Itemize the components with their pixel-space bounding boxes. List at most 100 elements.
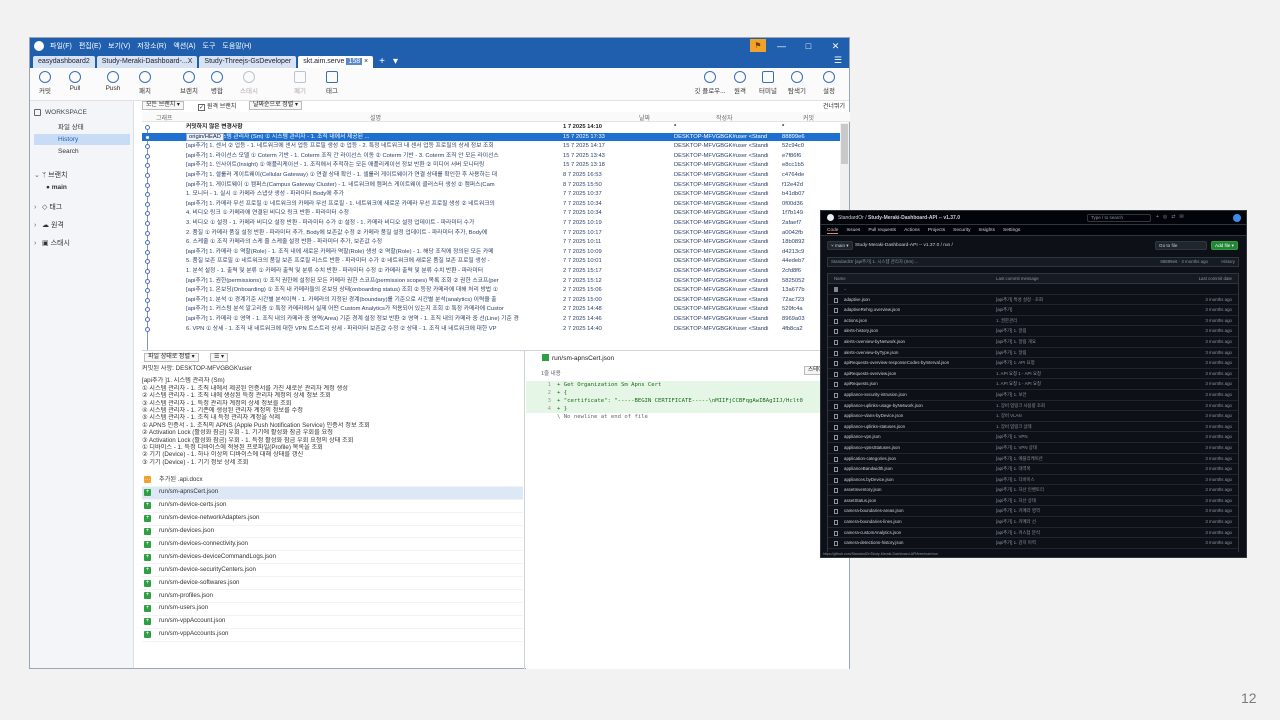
branch-tag[interactable]: origin/HEAD <box>186 132 224 141</box>
repo-tab[interactable]: skt.aim.serve 158 × <box>298 56 374 68</box>
table-row[interactable]: appliance-vpn.json [api추가] 1. VPN 3 months… <box>828 432 1238 443</box>
file-name[interactable]: appliance-uplinks-statuses.json <box>844 422 994 433</box>
list-item[interactable]: + run/sm-device-securityCenters.json <box>142 564 523 578</box>
new-tab-icon[interactable]: + <box>379 56 385 68</box>
list-item[interactable]: + run/sm-device-networkAdapters.json <box>142 513 523 526</box>
table-row[interactable]: appliance-vpnsStatuses.json [api추가] 1. VP… <box>828 443 1238 454</box>
list-item[interactable]: + run/sm-device-certs.json <box>142 500 523 513</box>
table-row[interactable]: apiRequests-overview-responseCodes-byInt… <box>828 358 1238 369</box>
commit-message[interactable]: 1. 장비 업링크 상태 <box>996 422 1146 433</box>
table-row[interactable]: mainorigin/mainorigin/HEAD[api추가 ]1. 시스템… <box>142 132 840 142</box>
commit-message[interactable]: [api추가] 1. 보안 <box>996 390 1146 401</box>
table-row[interactable]: 5. 품질 보존 프로필 ① 네트워크의 품질 보존 프로필 리스트 반환 - … <box>142 257 840 266</box>
table-row[interactable]: 2. 품질 ① 카메라 품질 설정 반환 - 파라미터 추가, Body에 보존… <box>142 229 840 238</box>
table-row[interactable]: [api추가] 1. 온보딩(Onboarding) ① 조직 내 카메라들의 … <box>142 286 840 295</box>
repo-nav-issues[interactable]: Issues <box>846 228 860 233</box>
list-item[interactable]: + run/sm-vppAccount.json <box>142 616 523 629</box>
commit-message[interactable]: [api추가] 특성 설정 · 조회 <box>996 295 1146 306</box>
table-row[interactable]: adaptive.json [api추가] 특성 설정 · 조회 3 months … <box>828 295 1238 306</box>
menu-item[interactable]: 도구 <box>203 43 216 50</box>
maximize-icon[interactable]: □ <box>795 38 822 54</box>
fetch-button[interactable]: 패치 <box>130 71 160 95</box>
repo-tab[interactable]: easydashboard2 <box>33 56 95 68</box>
tab-close-icon[interactable]: × <box>362 58 368 65</box>
terminal-button[interactable]: 터미널 <box>753 71 783 95</box>
menu-item[interactable]: 도움말(H) <box>222 43 251 50</box>
table-row[interactable]: 4. 비디오 링크 ① 카메라에 연결된 비디오 링크 반환 - 파라미터 수정… <box>142 209 840 218</box>
file-name[interactable]: alerts-overview-byNetwork.json <box>844 337 994 348</box>
table-row[interactable]: appliance-vlans-byDevice.json 1. 장비 VLAN 3… <box>828 411 1238 422</box>
table-row[interactable]: .. <box>828 284 1238 295</box>
commit-message[interactable]: [api추가] 1. VPN 상태 <box>996 443 1146 454</box>
breadcrumb[interactable]: Study-Meraki-Dashboard-API -- v1.37.0 / … <box>855 241 953 250</box>
branch-select[interactable]: ⑂ main ▾ <box>827 241 853 250</box>
commit-message[interactable]: [api추가] 1. 알림 개요 <box>996 337 1146 348</box>
menu-item[interactable]: 보기(V) <box>108 43 130 50</box>
table-row[interactable]: apiRequests.json 1. API 요청 1 - API 요청 3 mo… <box>828 379 1238 390</box>
list-item[interactable]: + run/sm-devices-connectivity.json <box>142 538 523 552</box>
table-row[interactable]: camera-boundaries-lines.json [api추가] 1. 카… <box>828 517 1238 528</box>
commit-message[interactable]: [api추가] 1. API 요청 <box>996 358 1146 369</box>
file-name[interactable]: camera-boundaries-areas.json <box>844 506 994 517</box>
table-row[interactable]: actions.json 1. 권한관리 3 months ago <box>828 316 1238 327</box>
git-flow-button[interactable]: 깃 플로우... <box>692 71 728 95</box>
list-item[interactable]: + run/sm-apnsCert.json <box>142 486 523 500</box>
table-row[interactable]: alerts-overview-byNetwork.json [api추가] 1.… <box>828 337 1238 348</box>
show-remote-checkbox[interactable]: ✓ 원격 브랜치 <box>198 101 236 111</box>
table-row[interactable]: appliances.byDevice.json [api추가] 1. 디바이스 3… <box>828 475 1238 486</box>
repo-nav-settings[interactable]: Settings <box>1003 228 1020 233</box>
commit-message[interactable]: [api추가] 1. 대역폭 <box>996 464 1146 475</box>
file-name[interactable]: camera-detections-history.json <box>844 538 994 549</box>
file-name[interactable]: application-categories.json <box>844 454 994 465</box>
table-row[interactable]: appliance-uplinks-statuses.json 1. 장비 업링크… <box>828 422 1238 433</box>
sort-select[interactable]: 날짜순으로 정렬 ▾ <box>249 101 302 110</box>
table-row[interactable]: 1. 분석 설정 - 1. 출력 및 분류 ① 카메라 출력 및 분류 수치 반… <box>142 267 840 276</box>
commit-button[interactable]: 커밋 <box>30 71 60 95</box>
table-row[interactable]: 3. 비디오 ① 설정 - 1. 카메라 비디오 설정 반환 - 파라미터 수가… <box>142 219 840 228</box>
table-row[interactable]: [api추가] 1. 카메라 ① 영역 - 1. 조직 내의 카메라 중 영역(… <box>142 315 840 324</box>
commit-message[interactable]: [api추가] 1. 디바이스 <box>996 475 1146 486</box>
jump-button[interactable]: 건너뛰기 <box>823 101 845 110</box>
close-icon[interactable]: ✕ <box>822 38 849 54</box>
table-row[interactable]: appliance-security-intrusion.json [api추가]… <box>828 390 1238 401</box>
minimize-icon[interactable]: — <box>768 38 795 54</box>
table-row[interactable]: camera-boundaries-areas.json [api추가] 1. 카… <box>828 506 1238 518</box>
repo-tab[interactable]: Study-Threejs-GsDeveloper <box>199 56 297 68</box>
go-to-file-input[interactable]: Go to file <box>1155 241 1207 250</box>
menu-item[interactable]: 편집(E) <box>79 43 101 50</box>
file-name[interactable]: adaptive.json <box>844 295 994 306</box>
table-row[interactable]: [api추가] 1. 셀룰러 게이트웨이(Cellular Gateway) ①… <box>142 171 840 180</box>
settings-button[interactable]: 설정 <box>814 71 844 95</box>
repo-nav-pull-requests[interactable]: Pull requests <box>868 228 896 233</box>
explorer-button[interactable]: 탐색기 <box>782 71 812 95</box>
table-row[interactable]: [api추가] 1. 카메라 ① 역할(Role) - 1. 조직 내에 새로운… <box>142 248 840 257</box>
table-row[interactable]: application-categories.json [api추가] 1. 애플… <box>828 454 1238 465</box>
tag-button[interactable]: 태그 <box>317 71 347 95</box>
list-item[interactable]: … 추가된 .api.docx <box>142 474 523 487</box>
file-name[interactable]: camera-customAnalytics.json <box>844 528 994 539</box>
table-row[interactable]: 커밋하지 않은 변경사항 1 7 2025 14:10 * * <box>142 123 840 132</box>
file-name[interactable]: applianceBandwidth.json <box>844 464 994 475</box>
sidebar-section-tags[interactable]: › ◇ 태그 <box>34 202 62 212</box>
list-item[interactable]: + run/sm-profiles.json <box>142 590 523 603</box>
file-name[interactable]: assetStatus.json <box>844 496 994 507</box>
table-row[interactable]: [api추가] 1. 권한(permissions) ① 조직 권한에 설정된 … <box>142 277 840 286</box>
repo-owner[interactable]: StandardOr <box>838 215 864 221</box>
repo-nav-projects[interactable]: Projects <box>928 228 945 233</box>
stash-button[interactable]: 스태시 <box>234 71 264 95</box>
commit-message[interactable]: 1. API 요청 1 - API 요청 <box>996 369 1146 380</box>
list-item[interactable]: + run/sm-devices-deviceCommandLogs.json <box>142 551 523 565</box>
list-item[interactable]: + run/sm-devices.json <box>142 526 523 539</box>
file-name[interactable]: appliance-vlans-byDevice.json <box>844 411 994 422</box>
table-row[interactable]: adaptiveRehrg.overview.json [api추가] 3 mont… <box>828 305 1238 316</box>
commit-message[interactable]: 1. 장비 업링크 사용량 조회 <box>996 401 1146 412</box>
commit-message[interactable]: [api추가] 1. 알림 <box>996 326 1146 337</box>
file-name[interactable]: alerts-history.json <box>844 326 994 337</box>
table-row[interactable]: [api추가] 1. 카메라 무선 프로필 ① 네트워크의 카메라 무선 프로필… <box>142 200 840 209</box>
table-row[interactable]: alerts-history.json [api추가] 1. 알림 3 months… <box>828 326 1238 337</box>
file-name[interactable]: apiRequests.json <box>844 379 994 390</box>
repo-nav-security[interactable]: Security <box>953 228 970 233</box>
commit-message[interactable]: [api추가] 1. VPN <box>996 432 1146 443</box>
list-item[interactable]: + run/sm-device-softwares.json <box>142 577 523 591</box>
file-name[interactable]: apiRequests-overview-responseCodes-byInt… <box>844 358 994 369</box>
